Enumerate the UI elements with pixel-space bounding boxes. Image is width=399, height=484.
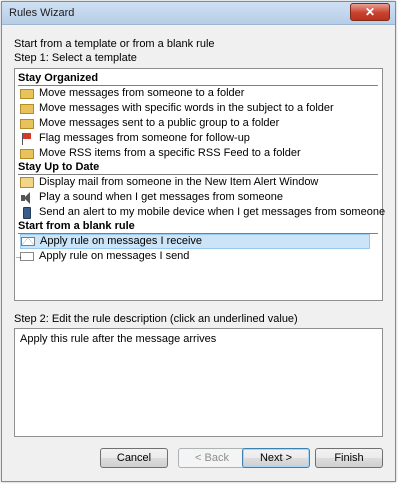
flag-icon (20, 132, 34, 145)
send-envelope-icon (14, 249, 34, 264)
title-bar[interactable]: Rules Wizard ✕ (2, 2, 395, 25)
template-item[interactable]: Move messages with specific words in the… (20, 101, 334, 116)
folder-icon (20, 103, 34, 114)
template-item-label: Move messages sent to a public group to … (39, 117, 280, 129)
template-item-selected[interactable]: Apply rule on messages I receive (20, 234, 370, 249)
template-item-label: Apply rule on messages I send (39, 250, 190, 262)
group-header-blank-rule: Start from a blank rule (18, 220, 378, 234)
template-item[interactable]: Move messages sent to a public group to … (20, 116, 279, 131)
close-icon: ✕ (364, 5, 376, 19)
close-button[interactable]: ✕ (350, 3, 390, 21)
template-item-label: Display mail from someone in the New Ite… (39, 176, 319, 188)
template-item[interactable]: Send an alert to my mobile device when I… (20, 205, 385, 220)
template-item[interactable]: Move messages from someone to a folder (20, 86, 244, 101)
alert-window-icon (20, 177, 34, 188)
template-item-label: Apply rule on messages I receive (40, 235, 203, 247)
folder-icon (20, 148, 34, 159)
intro-text: Start from a template or from a blank ru… (14, 38, 215, 50)
window-title: Rules Wizard (9, 7, 75, 19)
template-item[interactable]: Play a sound when I get messages from so… (20, 190, 283, 205)
template-item[interactable]: Apply rule on messages I send (14, 249, 190, 264)
template-item-label: Move messages with specific words in the… (39, 102, 334, 114)
template-item-label: Play a sound when I get messages from so… (39, 191, 283, 203)
template-item-label: Move RSS items from a specific RSS Feed … (39, 147, 301, 159)
speaker-icon (20, 191, 34, 204)
template-item-label: Flag messages from someone for follow-up (39, 132, 250, 144)
mobile-phone-icon (23, 206, 31, 219)
step1-label: Step 1: Select a template (14, 52, 137, 64)
cancel-button-label: Cancel (116, 452, 152, 464)
template-list[interactable]: Stay Organized Move messages from someon… (14, 68, 385, 301)
cancel-button[interactable]: Cancel (100, 448, 168, 468)
next-button-label: Next > (259, 452, 293, 464)
template-item-label: Move messages from someone to a folder (39, 87, 245, 99)
group-header-stay-organized: Stay Organized (18, 72, 378, 86)
template-item[interactable]: Flag messages from someone for follow-up (20, 131, 250, 146)
step2-label: Step 2: Edit the rule description (click… (14, 313, 298, 325)
back-button-label: < Back (195, 452, 229, 464)
finish-button-label: Finish (334, 452, 364, 464)
folder-icon (20, 118, 34, 129)
back-button[interactable]: < Back (178, 448, 246, 468)
rules-wizard-dialog: Rules Wizard ✕ Start from a template or … (1, 1, 396, 482)
template-item-label: Send an alert to my mobile device when I… (39, 206, 386, 218)
finish-button[interactable]: Finish (315, 448, 383, 468)
next-button[interactable]: Next > (242, 448, 310, 468)
template-item[interactable]: Move RSS items from a specific RSS Feed … (20, 146, 301, 161)
rule-description-box[interactable]: Apply this rule after the message arrive… (14, 328, 383, 437)
envelope-icon (21, 237, 35, 246)
folder-icon (20, 88, 34, 99)
rule-description-text: Apply this rule after the message arrive… (20, 333, 217, 345)
group-header-stay-up-to-date: Stay Up to Date (18, 161, 378, 175)
template-item[interactable]: Display mail from someone in the New Ite… (20, 175, 318, 190)
